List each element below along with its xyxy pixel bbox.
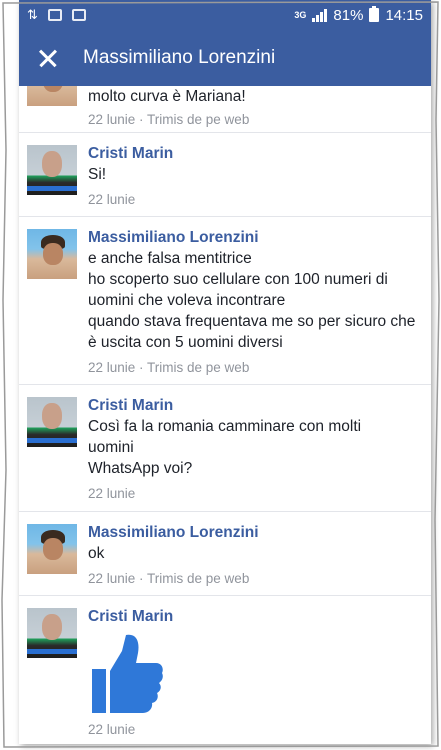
comment-text: e anche falsa mentitrice: [88, 250, 252, 267]
comment-meta: 22 lunie · Trimis de pe web: [88, 112, 250, 127]
comment-list[interactable]: molto curva è Mariana! 22 lunie · Trimis…: [19, 86, 431, 744]
comment-text: molto curva è Mariana!: [88, 88, 246, 105]
avatar[interactable]: [27, 86, 77, 106]
network-type: 3G: [294, 10, 307, 20]
status-bar: ⇅ 3G 81% 14:15: [19, 0, 431, 30]
page-title: Massimiliano Lorenzini: [83, 47, 276, 68]
gallery-icon: [71, 9, 86, 21]
battery-percent: 81%: [333, 6, 364, 24]
clock: 14:15: [385, 6, 423, 24]
message-icon: [47, 9, 62, 21]
avatar[interactable]: [27, 229, 77, 279]
comment-text: Si!: [88, 166, 107, 183]
battery-icon: [369, 6, 380, 22]
comment-text: ok: [88, 545, 105, 562]
comment-text: WhatsApp voi?: [88, 460, 193, 477]
comment-item: Cristi Marin Così fa la romania camminar…: [19, 385, 431, 512]
comment-meta: 22 lunie: [88, 192, 136, 207]
avatar[interactable]: [27, 145, 77, 195]
close-icon[interactable]: [35, 44, 63, 72]
comment-author[interactable]: Massimiliano Lorenzini: [88, 522, 421, 543]
comment-item: Massimiliano Lorenzini e anche falsa men…: [19, 217, 431, 385]
comment-item: Massimiliano Lorenzini ok 22 lunie · Tri…: [19, 512, 431, 596]
comment-meta: 22 lunie · Trimis de pe web: [88, 360, 250, 375]
comment-meta: 22 lunie: [88, 722, 136, 737]
avatar[interactable]: [27, 397, 77, 447]
comment-item: molto curva è Mariana! 22 lunie · Trimis…: [19, 86, 431, 133]
comment-item: Cristi Marin Si! 22 lunie: [19, 133, 431, 217]
signal-icon: [312, 8, 328, 22]
comment-author[interactable]: Cristi Marin: [88, 395, 421, 416]
comment-meta: 22 lunie: [88, 486, 136, 501]
comment-author[interactable]: Cristi Marin: [88, 143, 421, 164]
avatar[interactable]: [27, 608, 77, 658]
comment-author[interactable]: Massimiliano Lorenzini: [88, 227, 421, 248]
like-thumb-icon: [92, 634, 163, 713]
title-bar: Massimiliano Lorenzini: [19, 30, 431, 86]
comment-text: quando stava frequentava me so per sicur…: [88, 313, 416, 351]
comment-author[interactable]: Cristi Marin: [88, 606, 421, 627]
comment-text: ho scoperto suo cellulare con 100 numeri…: [88, 271, 388, 309]
usb-icon: ⇅: [27, 7, 38, 22]
comment-item: Cristi Marin 22 lunie: [19, 596, 431, 744]
comment-meta: 22 lunie · Trimis de pe web: [88, 571, 250, 586]
comment-text: Così fa la romania camminare con molti u…: [88, 418, 362, 456]
avatar[interactable]: [27, 524, 77, 574]
phone-screen: ⇅ 3G 81% 14:15 Massimiliano Lorenzini mo…: [19, 0, 431, 744]
